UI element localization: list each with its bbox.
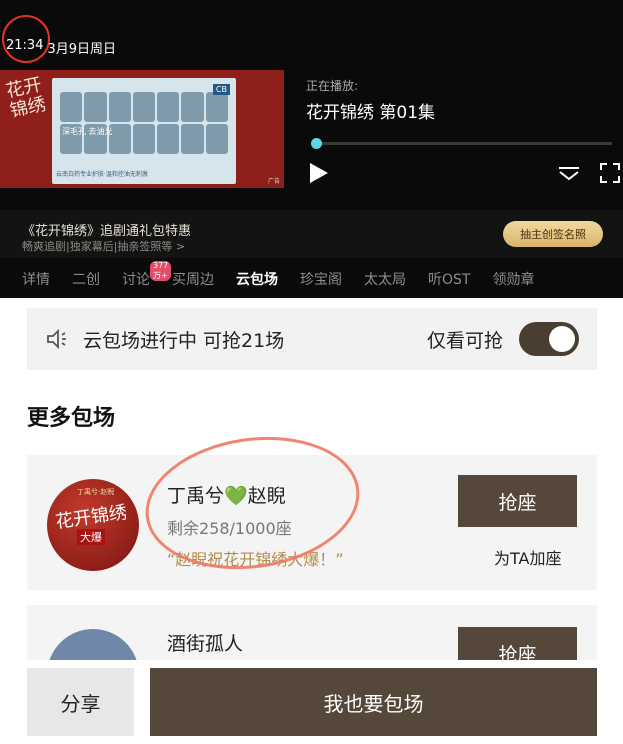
tab-4[interactable]: 云包场 bbox=[236, 269, 278, 289]
signed-photo-button[interactable]: 抽主创签名照 bbox=[503, 221, 603, 247]
status-time: 21:34 bbox=[6, 38, 44, 53]
share-button[interactable]: 分享 bbox=[27, 668, 134, 736]
tab-2[interactable]: 讨论 377万+ bbox=[122, 261, 172, 289]
book-event-button[interactable]: 我也要包场 bbox=[150, 668, 597, 736]
toggle-label: 仅看可抢 bbox=[426, 330, 503, 352]
tab-badge: 377万+ bbox=[150, 261, 172, 281]
ad-tagline: 云南白药专业护肤·温和控油无刺激 bbox=[56, 171, 148, 178]
ad-image bbox=[60, 92, 228, 154]
promo-bar[interactable]: 《花开锦绣》追剧通礼包特惠 畅爽追剧|独家幕后|抽亲签照等 > 抽主创签名照 bbox=[0, 210, 623, 258]
tab-6[interactable]: 太太局 bbox=[364, 269, 406, 289]
banner-text: 云包场进行中 可抢21场 bbox=[83, 329, 285, 352]
tab-5[interactable]: 珍宝阁 bbox=[300, 269, 342, 289]
tab-label: 讨论 bbox=[122, 272, 150, 288]
grab-seat-button[interactable]: 抢座 bbox=[458, 475, 577, 527]
tab-8[interactable]: 领勋章 bbox=[492, 269, 534, 289]
card-host-name: 酒街孤人 bbox=[167, 633, 244, 655]
play-icon[interactable] bbox=[310, 163, 328, 183]
status-bar: 21:34 3月9日周日 bbox=[6, 38, 116, 57]
avatar-caption: 丁禹兮·赵睨 bbox=[77, 488, 115, 496]
tab-label: 太太局 bbox=[364, 272, 406, 288]
video-thumbnail[interactable]: 花开锦绣 CB 深毛孔 去油光 云南白药专业护肤·温和控油无刺激 广告 bbox=[0, 70, 284, 188]
tab-bar: 详情 二创 讨论 377万+ 买周边 云包场 珍宝阁 太太局 听OST 领勋章 bbox=[0, 260, 623, 298]
ad-frame[interactable]: CB 深毛孔 去油光 云南白药专业护肤·温和控油无刺激 bbox=[52, 78, 236, 184]
tab-0[interactable]: 详情 bbox=[22, 269, 50, 289]
tab-label: 领勋章 bbox=[492, 272, 535, 288]
tab-label: 云包场 bbox=[236, 272, 278, 288]
poster-logo: 花开锦绣 bbox=[4, 74, 48, 122]
ad-caption: 深毛孔 去油光 bbox=[62, 127, 113, 136]
promo-subtitle[interactable]: 畅爽追剧|独家幕后|抽亲签照等 > bbox=[22, 238, 185, 254]
avatar-tag: 大爆 bbox=[77, 529, 105, 545]
ad-label: 广告 bbox=[267, 178, 280, 185]
fullscreen-icon[interactable] bbox=[600, 163, 620, 183]
episode-title: 花开锦绣 第01集 bbox=[306, 103, 436, 123]
only-available-toggle[interactable] bbox=[519, 322, 579, 356]
video-header: 21:34 3月9日周日 花开锦绣 CB 深毛孔 去油光 云南白药专业护肤·温和… bbox=[0, 0, 623, 298]
now-playing-label: 正在播放: bbox=[306, 79, 359, 93]
tab-label: 详情 bbox=[22, 272, 50, 288]
ad-brand: CB bbox=[212, 84, 230, 95]
footer-bar: 分享 我也要包场 bbox=[0, 660, 623, 744]
tab-label: 买周边 bbox=[172, 272, 214, 288]
tab-label: 二创 bbox=[72, 272, 100, 288]
tab-7[interactable]: 听OST bbox=[428, 269, 470, 289]
speaker-icon bbox=[47, 328, 66, 350]
section-title: 更多包场 bbox=[27, 406, 116, 431]
card-avatar: 丁禹兮·赵睨 花开锦绣 大爆 bbox=[47, 479, 139, 571]
tab-1[interactable]: 二创 bbox=[72, 269, 100, 289]
progress-bar[interactable] bbox=[311, 138, 612, 149]
progress-knob[interactable] bbox=[311, 138, 322, 149]
tab-label: 听OST bbox=[428, 272, 471, 288]
cloud-event-banner: 云包场进行中 可抢21场 仅看可抢 bbox=[27, 308, 597, 370]
add-seat-link[interactable]: 为TA加座 bbox=[494, 545, 561, 569]
collapse-icon[interactable] bbox=[558, 165, 580, 181]
promo-title: 《花开锦绣》追剧通礼包特惠 bbox=[22, 224, 192, 239]
tab-label: 珍宝阁 bbox=[300, 272, 342, 288]
status-date: 3月9日周日 bbox=[47, 42, 117, 57]
event-card[interactable]: 酒街孤人 抢座 bbox=[27, 605, 597, 665]
tab-3[interactable]: 买周边 bbox=[172, 269, 214, 289]
